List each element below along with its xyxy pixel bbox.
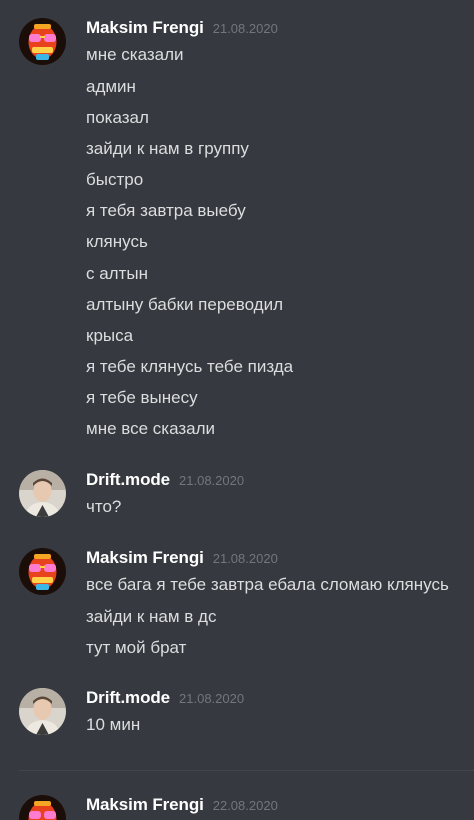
message-text: клянусь: [86, 232, 148, 251]
timestamp: 21.08.2020: [179, 691, 245, 706]
drift-avatar-icon: [19, 470, 66, 517]
message-text: алтыну бабки переводил: [86, 295, 284, 314]
message-text: мне все сказали: [86, 419, 216, 438]
message-text: админ: [86, 77, 136, 96]
avatar[interactable]: [19, 795, 66, 820]
message-text: я тебе вынесу: [86, 388, 198, 407]
message-text: все бага я тебе завтра ебала сломаю клян…: [86, 575, 449, 594]
message-text: показал: [86, 108, 149, 127]
message-text: зайди к нам в дс: [86, 607, 217, 626]
message-text: мне сказали: [86, 45, 184, 64]
maksim-avatar-icon: [19, 18, 66, 65]
maksim-avatar-icon: [19, 548, 66, 595]
message-text: 10 мин: [86, 715, 141, 734]
message-text: я тебя завтра выебу: [86, 201, 246, 220]
date-divider: [19, 770, 474, 771]
avatar[interactable]: [19, 548, 66, 595]
message-header: Maksim Frengi 21.08.2020: [86, 18, 278, 40]
message-text: зайди к нам в группу: [86, 139, 249, 158]
maksim-avatar-icon: [19, 795, 66, 820]
timestamp: 21.08.2020: [212, 551, 278, 566]
message-text: что?: [86, 497, 122, 516]
username[interactable]: Maksim Frengi: [86, 548, 204, 568]
message-text: крыса: [86, 326, 134, 345]
message-header: Drift.mode 21.08.2020: [86, 470, 244, 492]
message-header: Maksim Frengi 22.08.2020: [86, 795, 278, 817]
avatar[interactable]: [19, 470, 66, 517]
username[interactable]: Drift.mode: [86, 688, 170, 708]
avatar[interactable]: [19, 688, 66, 735]
timestamp: 21.08.2020: [212, 21, 278, 36]
drift-avatar-icon: [19, 688, 66, 735]
message-text: тут мой брат: [86, 638, 187, 657]
message-text: с алтын: [86, 264, 148, 283]
username[interactable]: Maksim Frengi: [86, 18, 204, 38]
username[interactable]: Maksim Frengi: [86, 795, 204, 815]
timestamp: 21.08.2020: [179, 473, 245, 488]
timestamp: 22.08.2020: [212, 798, 278, 813]
username[interactable]: Drift.mode: [86, 470, 170, 490]
message-text: быстро: [86, 170, 144, 189]
message-text: я тебе клянусь тебе пизда: [86, 357, 294, 376]
message-header: Drift.mode 21.08.2020: [86, 688, 244, 710]
avatar[interactable]: [19, 18, 66, 65]
message-header: Maksim Frengi 21.08.2020: [86, 548, 278, 570]
